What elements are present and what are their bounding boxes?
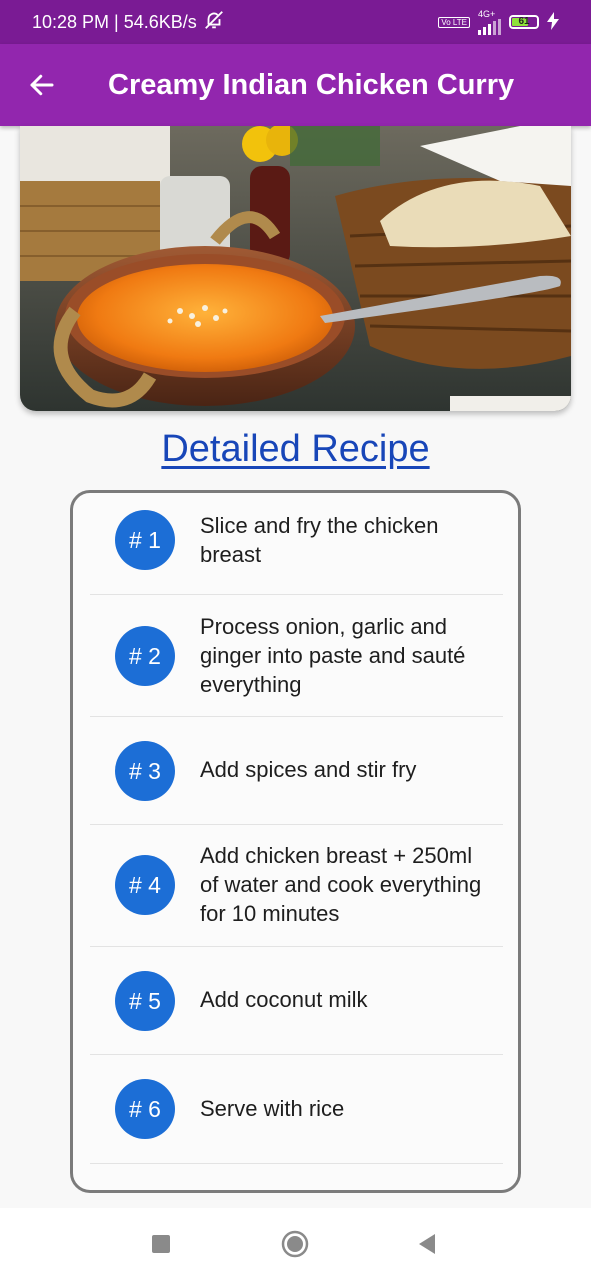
status-right: Vo LTE 4G+ 61 bbox=[438, 8, 559, 35]
recent-apps-button[interactable] bbox=[143, 1226, 179, 1262]
signal-icon bbox=[478, 18, 501, 35]
volte-icon: Vo LTE bbox=[438, 16, 470, 28]
step-text: Serve with rice bbox=[200, 1096, 345, 1121]
recipe-image bbox=[20, 126, 571, 411]
status-left: 10:28 PM | 54.6KB/s bbox=[32, 9, 225, 36]
step-text: Add spices and stir fry bbox=[200, 757, 417, 782]
square-icon bbox=[152, 1235, 170, 1253]
status-time-speed: 10:28 PM | 54.6KB/s bbox=[32, 11, 197, 32]
status-bar: 10:28 PM | 54.6KB/s Vo LTE 4G+ 61 bbox=[0, 0, 591, 44]
network-type: 4G+ bbox=[478, 8, 496, 19]
arrow-left-icon bbox=[30, 74, 54, 96]
detailed-recipe-link[interactable]: Detailed Recipe bbox=[0, 428, 591, 471]
list-item: # 1 Slice and fry the chicken breast bbox=[90, 493, 503, 595]
system-nav-bar bbox=[0, 1208, 591, 1280]
home-button[interactable] bbox=[277, 1226, 313, 1262]
step-text: Add coconut milk bbox=[200, 987, 368, 1012]
list-item: # 2 Process onion, garlic and ginger int… bbox=[90, 595, 503, 717]
step-number-badge: # 6 bbox=[115, 1079, 175, 1139]
circle-icon bbox=[281, 1230, 309, 1258]
step-text: Slice and fry the chicken breast bbox=[200, 513, 439, 567]
battery-level: 61 bbox=[518, 16, 530, 27]
step-number-badge: # 5 bbox=[115, 971, 175, 1031]
back-nav-button[interactable] bbox=[409, 1226, 445, 1262]
step-number-badge: # 3 bbox=[115, 741, 175, 801]
step-text: Add chicken breast + 250ml of water and … bbox=[200, 843, 482, 926]
triangle-back-icon bbox=[419, 1234, 435, 1254]
list-item: # 3 Add spices and stir fry bbox=[90, 717, 503, 825]
step-number-badge: # 2 bbox=[115, 626, 175, 686]
step-text: Process onion, garlic and ginger into pa… bbox=[200, 614, 466, 697]
page-title: Creamy Indian Chicken Curry bbox=[108, 68, 515, 101]
list-item: # 5 Add coconut milk bbox=[90, 947, 503, 1055]
step-number-badge: # 1 bbox=[115, 510, 175, 570]
steps-list: # 1 Slice and fry the chicken breast # 2… bbox=[70, 490, 521, 1193]
app-bar: Creamy Indian Chicken Curry bbox=[0, 44, 591, 126]
list-item: # 4 Add chicken breast + 250ml of water … bbox=[90, 825, 503, 947]
list-item: # 6 Serve with rice bbox=[90, 1055, 503, 1164]
battery-icon: 61 bbox=[509, 15, 539, 29]
charging-icon bbox=[547, 11, 559, 33]
mute-notification-icon bbox=[203, 9, 225, 36]
step-number-badge: # 4 bbox=[115, 855, 175, 915]
back-button[interactable] bbox=[0, 44, 84, 126]
